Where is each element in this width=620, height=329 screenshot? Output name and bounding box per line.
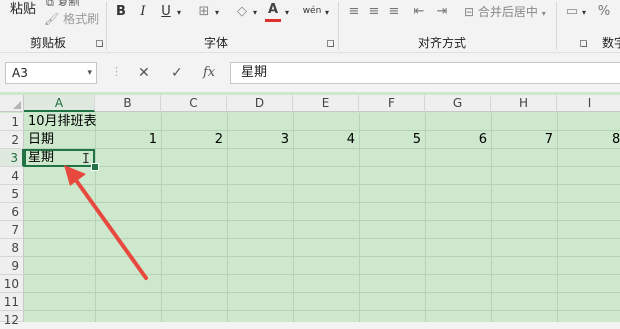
font-dialog-launcher-icon[interactable] [327,40,334,47]
font-group-label: 字体 [204,36,229,50]
number-group-label: 数字 [602,36,620,50]
align-left-icon[interactable]: ≡ [346,3,362,21]
fill-color-icon[interactable]: ◇ [234,3,250,21]
annotation-arrow-icon [64,165,148,280]
paste-button[interactable]: 粘贴 [10,0,36,17]
formula-bar: A3 ▾ ⋮ ✕ ✓ fx 星期 [0,52,620,93]
ribbon-separator [338,2,339,50]
underline-button[interactable]: U [158,3,174,21]
ribbon: 粘贴 ⧉ 复制 🖌 格式刷 剪贴板 B I U ▾ ⊞ ▾ ◇ ▾ A ▾ wé… [0,0,620,52]
font-color-bar [265,19,281,22]
worksheet-grid[interactable]: A B C D E F G H I 1 2 3 4 5 6 7 8 9 10 1… [0,92,620,327]
align-right-icon[interactable]: ≡ [386,3,402,21]
border-icon[interactable]: ⊞ [196,3,212,21]
name-box[interactable]: A3 ▾ [5,62,97,84]
phonetic-dropdown-icon[interactable]: ▾ [323,4,331,22]
format-painter-label: 格式刷 [63,12,100,26]
decrease-indent-icon[interactable]: ⇤ [411,3,427,21]
bold-button[interactable]: B [113,3,129,21]
italic-button[interactable]: I [135,3,151,21]
merge-dropdown-icon: ▾ [541,9,546,18]
border-dropdown-icon[interactable]: ▾ [213,4,221,22]
formula-input[interactable]: 星期 [230,62,620,84]
ribbon-separator [556,2,557,50]
enter-icon[interactable]: ✓ [171,65,183,81]
format-painter-button[interactable]: 🖌 格式刷 [44,10,99,27]
clipboard-group-label: 剪贴板 [30,36,67,50]
fill-color-dropdown-icon[interactable]: ▾ [251,4,259,22]
percent-button[interactable]: % [597,3,611,21]
clipboard-dialog-launcher-icon[interactable] [96,40,103,47]
cancel-icon[interactable]: ✕ [138,65,150,81]
merge-center-button[interactable]: ⊟ 合并后居中 ▾ [464,3,546,21]
alignment-group-label: 对齐方式 [418,36,467,50]
merge-center-icon: ⊟ [464,5,475,19]
format-painter-icon: 🖌 [44,12,60,26]
increase-indent-icon[interactable]: ⇥ [434,3,450,21]
name-box-value: A3 [12,66,28,80]
formula-bar-grip-icon: ⋮ [111,65,122,78]
phonetic-guide-icon[interactable]: wén [302,2,322,20]
insert-function-icon[interactable]: fx [203,65,215,80]
ribbon-separator [106,2,107,50]
underline-dropdown-icon[interactable]: ▾ [175,4,183,22]
copy-icon: ⧉ [46,0,54,6]
accounting-format-icon[interactable]: ▭ [564,3,580,21]
font-color-dropdown-icon[interactable]: ▾ [283,4,291,22]
copy-label: 复制 [57,0,79,6]
merge-center-label: 合并后居中 [477,5,538,19]
accounting-dropdown-icon[interactable]: ▾ [580,4,588,22]
name-box-dropdown-icon[interactable]: ▾ [87,63,92,83]
copy-button[interactable]: ⧉ 复制 [46,0,79,6]
align-center-icon[interactable]: ≡ [366,3,382,21]
font-color-button[interactable]: A [265,1,281,19]
font-color-icon: A [267,2,279,17]
alignment-dialog-launcher-icon[interactable] [580,40,587,47]
